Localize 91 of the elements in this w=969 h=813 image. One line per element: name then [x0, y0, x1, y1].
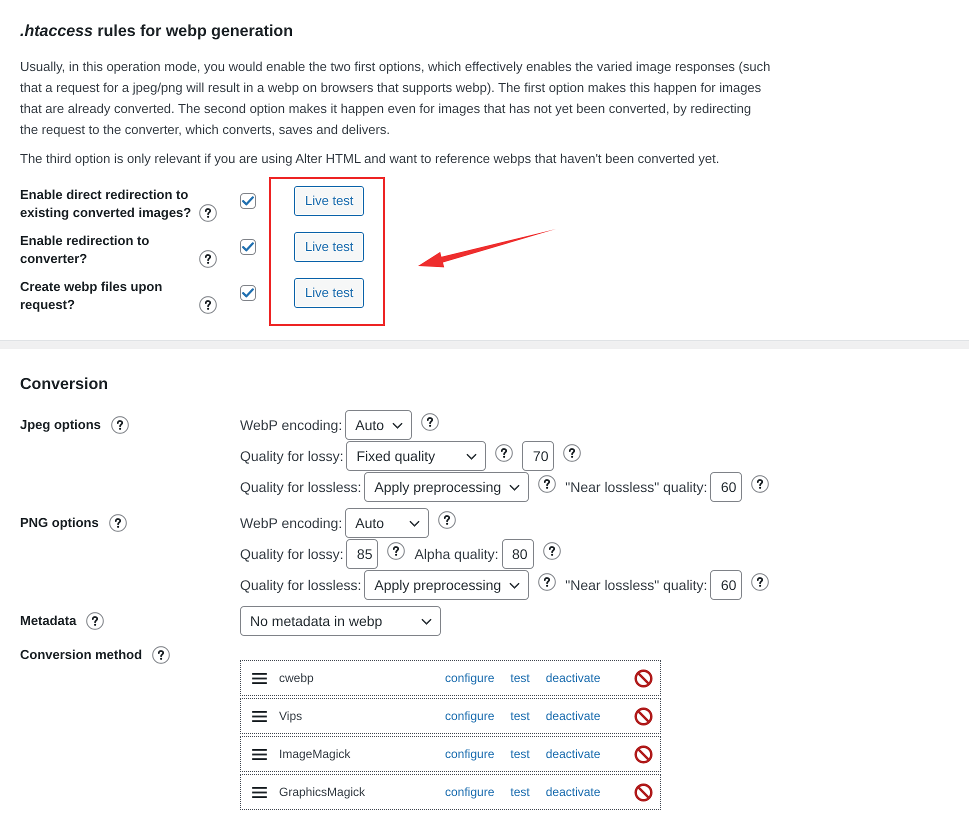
action-link[interactable]: configure: [445, 707, 494, 725]
dropdown-select[interactable]: Apply preprocessing: [364, 472, 530, 502]
help-icon[interactable]: [199, 250, 217, 268]
help-icon[interactable]: [751, 475, 770, 493]
help-icon[interactable]: [199, 296, 217, 314]
description-paragraph: The third option is only relevant if you are using Alter HTML and want to reference webps that haven't been converted yet.: [20, 150, 720, 168]
action-link[interactable]: deactivate: [546, 669, 600, 687]
field-label: "Near lossless" quality:: [565, 576, 708, 595]
action-link[interactable]: deactivate: [546, 745, 600, 763]
help-icon[interactable]: [438, 511, 456, 529]
converter-row[interactable]: ImageMagick configure test deactivate: [240, 736, 661, 772]
field-label: Quality for lossless:: [240, 478, 362, 497]
number-field[interactable]: 60: [710, 570, 742, 600]
help-icon[interactable]: [387, 542, 406, 560]
number-field[interactable]: 80: [502, 539, 534, 569]
action-link[interactable]: configure: [445, 669, 494, 687]
field-label: "Near lossless" quality:: [565, 478, 708, 497]
setting-label: PNG options: [20, 514, 99, 532]
dropdown-select[interactable]: Auto: [345, 508, 430, 538]
action-link[interactable]: test: [510, 669, 530, 687]
section-title: Conversion: [20, 375, 110, 395]
action-link[interactable]: test: [510, 745, 530, 763]
field-label: WebP encoding:: [240, 416, 342, 435]
field-label: Alpha quality:: [414, 544, 499, 564]
help-icon[interactable]: [199, 204, 217, 222]
converter-name: cwebp: [279, 670, 314, 687]
converter-row[interactable]: GraphicsMagick configure test deactivate: [240, 774, 661, 810]
prohibited-icon[interactable]: [634, 782, 653, 802]
help-icon[interactable]: [421, 413, 440, 431]
help-icon[interactable]: [108, 514, 127, 532]
action-link[interactable]: configure: [445, 745, 494, 763]
help-icon[interactable]: [110, 416, 129, 434]
chevron-down-icon: [509, 582, 520, 588]
converter-row[interactable]: cwebp configure test deactivate: [240, 660, 661, 696]
help-icon[interactable]: [86, 612, 104, 630]
option-label: Create webp files upon request?: [20, 278, 164, 314]
converter-name: GraphicsMagick: [279, 784, 366, 801]
action-link[interactable]: test: [510, 783, 530, 801]
check-icon: [242, 288, 254, 298]
converter-name: ImageMagick: [279, 746, 350, 763]
setting-label: Jpeg options: [20, 416, 101, 434]
prohibited-icon[interactable]: [634, 744, 653, 764]
dropdown-select[interactable]: No metadata in webp: [240, 606, 441, 636]
check-icon: [242, 196, 254, 206]
chevron-down-icon: [466, 452, 478, 460]
chevron-down-icon: [421, 618, 432, 624]
field-label: Quality for lossy:: [240, 446, 344, 466]
chevron-down-icon: [409, 520, 420, 526]
action-link[interactable]: test: [510, 707, 530, 725]
action-link[interactable]: deactivate: [546, 783, 600, 801]
number-field[interactable]: 70: [522, 441, 554, 471]
help-icon[interactable]: [542, 542, 561, 560]
live-test-button[interactable]: Live test: [294, 186, 364, 216]
setting-label: Metadata: [20, 612, 76, 630]
field-label: Quality for lossless:: [240, 576, 362, 595]
setting-label: Conversion method: [20, 646, 142, 664]
live-test-button[interactable]: Live test: [294, 232, 364, 262]
prohibited-icon[interactable]: [634, 706, 653, 726]
help-icon[interactable]: [563, 444, 582, 462]
dropdown-select[interactable]: Auto: [345, 410, 412, 440]
converter-name: Vips: [279, 708, 302, 725]
drag-handle-icon[interactable]: [252, 710, 267, 722]
checkbox[interactable]: [240, 239, 256, 255]
checkbox[interactable]: [240, 285, 256, 301]
dropdown-select[interactable]: Apply preprocessing: [364, 570, 530, 600]
help-icon[interactable]: [152, 646, 170, 664]
help-icon[interactable]: [538, 475, 556, 493]
checkbox[interactable]: [240, 193, 256, 209]
drag-handle-icon[interactable]: [252, 748, 267, 760]
number-field[interactable]: 60: [710, 472, 742, 502]
live-test-button[interactable]: Live test: [294, 278, 364, 308]
prohibited-icon[interactable]: [634, 668, 653, 688]
check-icon: [242, 242, 254, 252]
option-label: Enable redirection to converter?: [20, 232, 150, 268]
action-link[interactable]: configure: [445, 783, 494, 801]
chevron-down-icon: [392, 422, 404, 428]
dropdown-select[interactable]: Fixed quality: [346, 441, 486, 471]
number-field[interactable]: 85: [346, 539, 378, 569]
converter-row[interactable]: Vips configure test deactivate: [240, 698, 661, 734]
option-label: Enable direct redirection to existing converted images?: [20, 186, 192, 222]
field-label: Quality for lossy:: [240, 544, 344, 564]
drag-handle-icon[interactable]: [252, 786, 267, 798]
action-link[interactable]: deactivate: [546, 707, 600, 725]
help-icon[interactable]: [495, 444, 514, 462]
description-paragraph: Usually, in this operation mode, you would enable the two first options, which effectively enables the varied image responses (such that a request for a jpeg/png will result in a webp on browsers that supports webp). The first option makes this happen for images that are already converted. The second option makes it happen even for images that has not yet been converted, by redirecting the request to the converter, which converts, saves and delivers.: [20, 58, 772, 139]
help-icon[interactable]: [751, 573, 770, 591]
chevron-down-icon: [509, 484, 520, 490]
field-label: WebP encoding:: [240, 514, 342, 533]
drag-handle-icon[interactable]: [252, 672, 267, 684]
help-icon[interactable]: [538, 573, 556, 591]
section-title: .htaccess rules for webp generation: [20, 22, 294, 42]
